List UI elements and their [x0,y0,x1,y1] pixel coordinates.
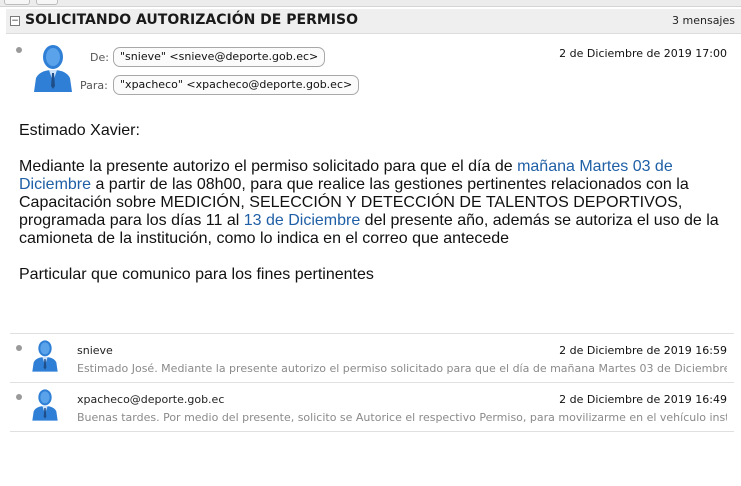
unread-dot-icon[interactable] [16,47,22,53]
collapsed-message-sender[interactable]: snieve [77,344,113,357]
divider [10,431,734,432]
unread-dot-icon[interactable] [16,345,22,351]
message-body: Estimado Xavier: Mediante la presente au… [19,122,734,284]
date-link[interactable]: 13 de Diciembre [244,212,361,229]
collapsed-message-sender[interactable]: xpacheco@deporte.gob.ec [77,393,224,406]
divider [10,333,734,334]
thread-subject: SOLICITANDO AUTORIZACIÓN DE PERMISO [25,12,358,28]
toolbar-strip [0,0,741,7]
greeting: Estimado Xavier: [19,122,140,139]
toolbar-button[interactable] [36,0,58,5]
collapsed-message-snippet[interactable]: Buenas tardes. Por medio del presente, s… [77,411,727,424]
collapsed-message-snippet[interactable]: Estimado José. Mediante la presente auto… [77,362,727,375]
message-count: 3 mensajes [672,14,735,27]
from-label: De: [90,51,109,64]
toolbar-button[interactable] [4,0,30,5]
user-avatar-icon [32,389,58,421]
user-avatar-icon [32,340,58,372]
to-address-pill[interactable]: "xpacheco" <xpacheco@deporte.gob.ec> [113,75,360,95]
body-text-segment: Mediante la presente autorizo el permiso… [19,158,518,175]
collapsed-message-date: 2 de Diciembre de 2019 16:59 [559,344,727,357]
to-label: Para: [80,79,108,92]
expand-collapse-icon[interactable]: − [10,16,20,26]
unread-dot-icon[interactable] [16,394,22,400]
user-avatar-icon [34,45,72,92]
collapsed-message-date: 2 de Diciembre de 2019 16:49 [559,393,727,406]
message-date: 2 de Diciembre de 2019 17:00 [559,47,727,60]
from-address-pill[interactable]: "snieve" <snieve@deporte.gob.ec> [113,47,326,67]
closing-line: Particular que comunico para los fines p… [19,266,374,283]
body-paragraph: Mediante la presente autorizo el permiso… [19,158,734,248]
divider [10,382,734,383]
thread-header[interactable]: − SOLICITANDO AUTORIZACIÓN DE PERMISO 3 … [6,9,741,34]
